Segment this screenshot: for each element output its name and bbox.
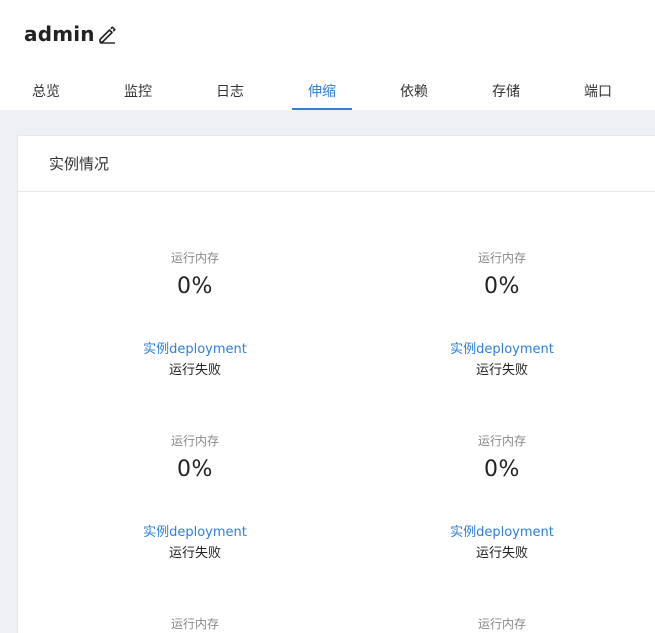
tab-scaling[interactable]: 伸缩 bbox=[292, 70, 352, 110]
tab-label: 日志 bbox=[216, 84, 244, 100]
metric-label: 运行内存 bbox=[170, 617, 219, 631]
metric-label: 运行内存 bbox=[170, 434, 219, 448]
tab-label: 端口 bbox=[584, 84, 612, 100]
instances-card: 实例情况 运行内存 0% 实例deployment 运行失败 运行内存 0% 实… bbox=[17, 135, 655, 633]
tab-overview[interactable]: 总览 bbox=[24, 70, 68, 110]
page: admin 总览 监控 日志 伸缩 依赖 存储 端口 实例情况 运行内存 0% … bbox=[0, 0, 655, 633]
title-row: admin bbox=[24, 22, 117, 46]
tab-label: 监控 bbox=[124, 84, 152, 100]
metric-label: 运行内存 bbox=[477, 617, 526, 631]
instance-cell: 运行内存 bbox=[85, 616, 305, 632]
metric-value: 0% bbox=[177, 457, 213, 482]
content-area: 实例情况 运行内存 0% 实例deployment 运行失败 运行内存 0% 实… bbox=[0, 110, 655, 633]
card-header: 实例情况 bbox=[18, 136, 655, 192]
pencil-icon[interactable] bbox=[97, 24, 117, 44]
metric-label: 运行内存 bbox=[477, 434, 526, 448]
instance-link[interactable]: 实例deployment bbox=[85, 525, 305, 541]
tab-dependencies[interactable]: 依赖 bbox=[392, 70, 436, 110]
tab-label: 总览 bbox=[32, 84, 60, 100]
instance-cell: 运行内存 0% 实例deployment 运行失败 bbox=[392, 250, 612, 379]
tab-bar: 总览 监控 日志 伸缩 依赖 存储 端口 bbox=[0, 70, 655, 110]
instance-cell: 运行内存 bbox=[392, 616, 612, 632]
metric-label: 运行内存 bbox=[477, 251, 526, 265]
tab-ports[interactable]: 端口 bbox=[576, 70, 620, 110]
header: admin 总览 监控 日志 伸缩 依赖 存储 端口 bbox=[0, 0, 655, 110]
tab-storage[interactable]: 存储 bbox=[484, 70, 528, 110]
tab-label: 依赖 bbox=[400, 84, 428, 100]
instance-link[interactable]: 实例deployment bbox=[85, 342, 305, 358]
instance-status: 运行失败 bbox=[168, 363, 221, 378]
instance-status: 运行失败 bbox=[475, 363, 528, 378]
instance-cell: 运行内存 0% 实例deployment 运行失败 bbox=[392, 433, 612, 562]
tab-label: 伸缩 bbox=[308, 84, 336, 100]
tab-logs[interactable]: 日志 bbox=[208, 70, 252, 110]
metric-value: 0% bbox=[484, 274, 520, 299]
card-title: 实例情况 bbox=[49, 155, 110, 173]
instance-link[interactable]: 实例deployment bbox=[392, 342, 612, 358]
instance-status: 运行失败 bbox=[168, 546, 221, 561]
metric-value: 0% bbox=[177, 274, 213, 299]
instance-cell: 运行内存 0% 实例deployment 运行失败 bbox=[85, 433, 305, 562]
instance-status: 运行失败 bbox=[475, 546, 528, 561]
app-title: admin bbox=[24, 22, 95, 46]
metric-value: 0% bbox=[484, 457, 520, 482]
instance-cell: 运行内存 0% 实例deployment 运行失败 bbox=[85, 250, 305, 379]
tab-label: 存储 bbox=[492, 84, 520, 100]
instance-link[interactable]: 实例deployment bbox=[392, 525, 612, 541]
metric-label: 运行内存 bbox=[170, 251, 219, 265]
tab-monitor[interactable]: 监控 bbox=[116, 70, 160, 110]
